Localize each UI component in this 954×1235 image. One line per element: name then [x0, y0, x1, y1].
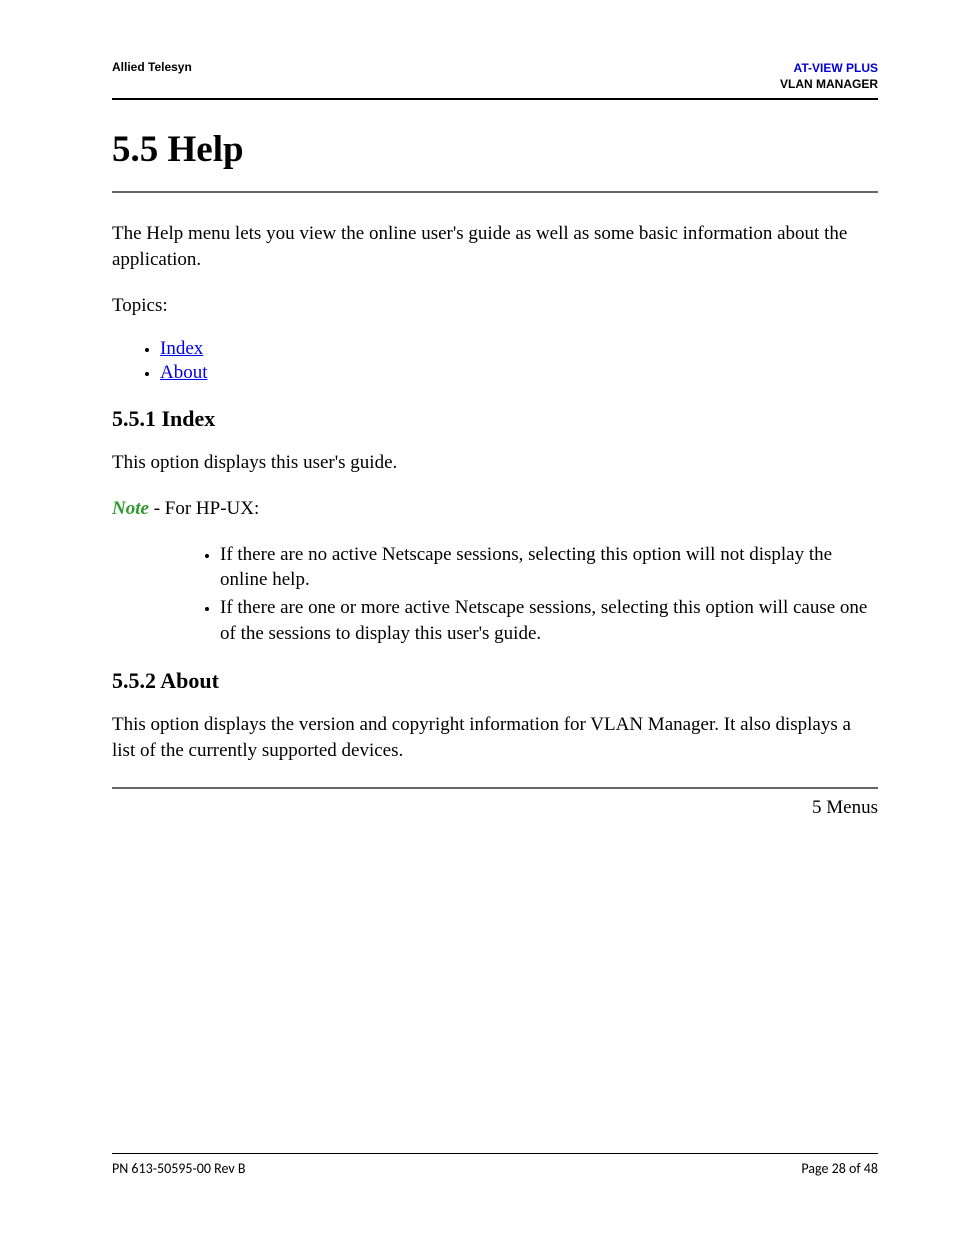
subsection-index-title: 5.5.1 Index: [112, 406, 878, 432]
section-intro: The Help menu lets you view the online u…: [112, 221, 878, 272]
note-line: Note - For HP-UX:: [112, 496, 878, 522]
header-product-line2: VLAN MANAGER: [780, 76, 878, 92]
hpux-bullet-2: If there are one or more active Netscape…: [220, 595, 878, 646]
topics-list: Index About: [112, 338, 878, 384]
link-index[interactable]: Index: [160, 338, 203, 359]
divider: [112, 191, 878, 193]
note-rest: - For HP-UX:: [149, 498, 259, 519]
topic-item-index: Index: [160, 338, 878, 360]
hpux-bullet-1: If there are no active Netscape sessions…: [220, 542, 878, 593]
header-left: Allied Telesyn: [112, 60, 192, 74]
divider-bottom: [112, 787, 878, 789]
hpux-bullets: If there are no active Netscape sessions…: [112, 542, 878, 647]
page-footer: PN 613-50595-00 Rev B Page 28 of 48: [112, 1153, 878, 1177]
subsection-about-body: This option displays the version and cop…: [112, 712, 878, 763]
section-title: 5.5 Help: [112, 128, 878, 171]
topics-label: Topics:: [112, 293, 878, 319]
topic-item-about: About: [160, 362, 878, 384]
subsection-index-body: This option displays this user's guide.: [112, 450, 878, 476]
subsection-about-title: 5.5.2 About: [112, 668, 878, 694]
footer-left: PN 613-50595-00 Rev B: [112, 1160, 246, 1177]
note-label: Note: [112, 498, 149, 519]
page-header: Allied Telesyn AT-VIEW PLUS VLAN MANAGER: [112, 60, 878, 100]
header-product-line1: AT-VIEW PLUS: [780, 60, 878, 76]
header-right: AT-VIEW PLUS VLAN MANAGER: [780, 60, 878, 92]
chapter-foot: 5 Menus: [112, 797, 878, 819]
footer-right: Page 28 of 48: [801, 1160, 878, 1177]
link-about[interactable]: About: [160, 362, 208, 383]
